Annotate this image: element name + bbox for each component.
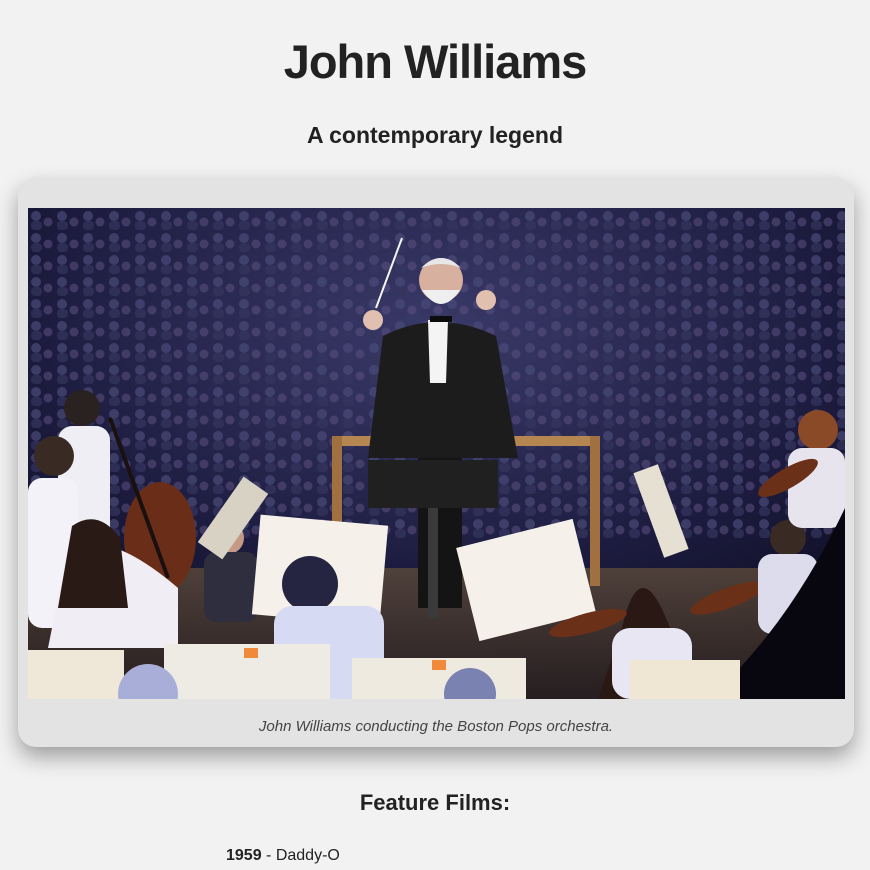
photo-caption: John Williams conducting the Boston Pops… (258, 718, 614, 735)
conductor-photo-illustration (28, 208, 845, 699)
film-separator: - (261, 847, 276, 864)
film-year: 1959 (226, 847, 262, 864)
page-title: John Williams (283, 35, 588, 88)
feature-films-heading: Feature Films: (359, 790, 511, 815)
list-item: 1959 - Daddy-O (226, 845, 340, 867)
page-subtitle: A contemporary legend (306, 122, 564, 148)
film-list: 1959 - Daddy-O (226, 845, 340, 867)
conductor-photo (28, 208, 845, 699)
page: John Williams A contemporary legend John… (0, 0, 870, 870)
film-title: Daddy-O (275, 847, 340, 864)
image-card: John Williams conducting the Boston Pops… (18, 178, 854, 747)
